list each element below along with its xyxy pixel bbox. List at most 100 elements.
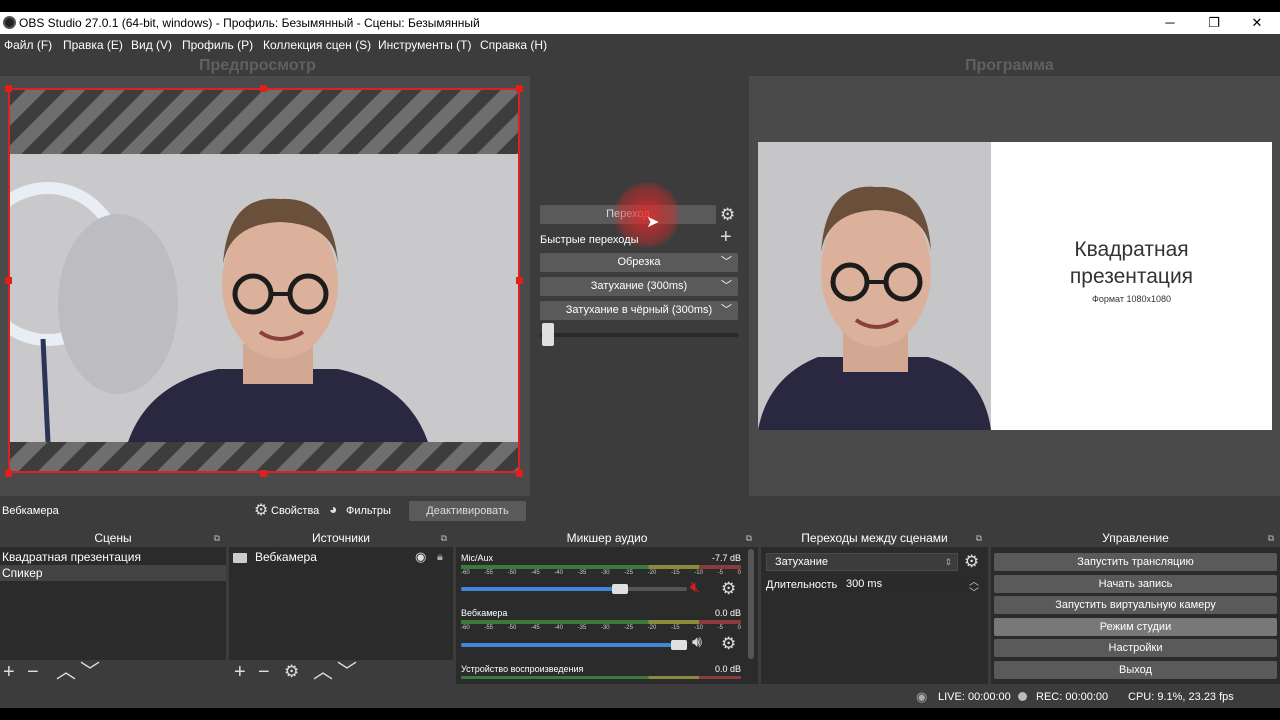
channel-settings-gear-icon[interactable]: ⚙ (721, 579, 736, 599)
meter-tick: -55 (484, 625, 493, 631)
selected-source-name: Вебкамера (2, 505, 59, 517)
undock-icon[interactable]: ⧉ (976, 529, 982, 547)
quick-transition-cut[interactable]: Обрезка ﹀ (540, 253, 738, 272)
menu-edit[interactable]: Правка (E) (63, 38, 123, 52)
source-selection-box[interactable] (8, 88, 520, 473)
t-bar-track[interactable] (540, 333, 738, 337)
move-up-chevron-icon[interactable]: ︿ (313, 661, 333, 683)
menu-help[interactable]: Справка (H) (480, 38, 547, 52)
lock-icon[interactable]: 🔒︎ (437, 549, 443, 565)
close-button[interactable]: ✕ (1247, 14, 1267, 32)
meter-tick: -35 (577, 570, 587, 576)
resize-handle[interactable] (5, 85, 12, 92)
start-recording-button[interactable]: Начать запись (994, 575, 1277, 593)
quick-transition-fade[interactable]: Затухание (300ms) ﹀ (540, 277, 738, 296)
meter-tick: -55 (484, 570, 493, 576)
studio-mode-button[interactable]: Режим студии (994, 618, 1277, 636)
menu-scene-collection[interactable]: Коллекция сцен (S) (263, 38, 371, 52)
resize-handle[interactable] (260, 470, 267, 477)
scene-item[interactable]: Квадратная презентация (0, 549, 226, 565)
properties-gear-icon[interactable]: ⚙ (254, 500, 268, 520)
transition-properties-gear-icon[interactable]: ⚙ (964, 552, 979, 572)
channel-db: -7.7 dB (712, 553, 742, 563)
resize-handle[interactable] (5, 277, 12, 284)
quick-transition-label: Обрезка (617, 256, 661, 268)
source-properties-gear-icon[interactable]: ⚙ (284, 661, 299, 683)
move-down-chevron-icon[interactable]: ﹀ (80, 661, 100, 683)
volume-fader[interactable] (461, 584, 687, 594)
remove-scene-minus-icon[interactable]: − (27, 661, 39, 683)
start-streaming-button[interactable]: Запустить трансляцию (994, 553, 1277, 571)
move-up-chevron-icon[interactable]: ︿ (56, 661, 76, 683)
add-source-plus-icon[interactable]: + (234, 661, 246, 683)
preview-title: Предпросмотр (199, 57, 316, 74)
duration-value: 300 ms (846, 578, 883, 590)
undock-icon[interactable]: ⧉ (1268, 529, 1274, 547)
scenes-dock: Сцены ⧉ Квадратная презентация Спикер + −… (0, 529, 226, 684)
add-quick-transition-plus-icon[interactable]: + (720, 227, 732, 247)
cpu-fps-status: CPU: 9.1%, 23.23 fps (1128, 691, 1234, 703)
resize-handle[interactable] (5, 470, 12, 477)
volume-fader-knob[interactable] (612, 584, 628, 594)
spin-down-chevron-icon[interactable]: ﹀ (969, 584, 979, 599)
resize-handle[interactable] (260, 85, 267, 92)
deactivate-button[interactable]: Деактивировать (409, 501, 526, 521)
channel-settings-gear-icon[interactable]: ⚙ (721, 634, 736, 654)
scene-transitions-title: Переходы между сценами (801, 531, 948, 545)
mixer-scrollbar[interactable] (748, 549, 754, 659)
menu-file[interactable]: Файл (F) (4, 38, 52, 52)
volume-fader-knob[interactable] (671, 640, 687, 650)
transition-select[interactable]: Затухание ⇕ (766, 553, 958, 571)
mixer-header: Микшер аудио ⧉ (456, 529, 758, 547)
program-title: Программа (965, 57, 1054, 74)
add-scene-plus-icon[interactable]: + (3, 661, 15, 683)
program-person-image (758, 142, 991, 430)
meter-tick: -60 (461, 570, 470, 576)
restore-button[interactable]: ❐ (1204, 14, 1224, 32)
quick-transition-fade-black[interactable]: Затухание в чёрный (300ms) ﹀ (540, 301, 738, 320)
volume-fader[interactable] (461, 640, 687, 650)
live-broadcast-icon: ◉ (916, 689, 928, 704)
start-virtual-camera-button[interactable]: Запустить виртуальную камеру (994, 596, 1277, 614)
minimize-button[interactable]: ─ (1160, 14, 1180, 32)
controls-header: Управление ⧉ (991, 529, 1280, 547)
t-bar-handle[interactable] (542, 323, 554, 346)
source-item[interactable]: Вебкамера ◉ 🔒︎ (229, 549, 453, 565)
mouse-cursor-icon: ➤ (646, 214, 660, 231)
sources-dock: Источники ⧉ Вебкамера ◉ 🔒︎ + − ⚙ ︿ ﹀ (229, 529, 453, 684)
menu-profile[interactable]: Профиль (P) (182, 38, 253, 52)
speaker-icon[interactable]: 🔊︎ (692, 634, 702, 652)
transition-select-value: Затухание (775, 556, 829, 568)
filters-icon[interactable]: ◕ (329, 501, 337, 517)
duration-input[interactable]: 300 ms (838, 575, 968, 594)
transition-settings-gear-icon[interactable]: ⚙ (720, 206, 735, 223)
menu-view[interactable]: Вид (V) (131, 38, 172, 52)
resize-handle[interactable] (516, 277, 523, 284)
undock-icon[interactable]: ⧉ (214, 529, 220, 547)
meter-tick: -20 (647, 570, 657, 576)
menu-tools[interactable]: Инструменты (T) (378, 38, 471, 52)
audio-level-meter (461, 565, 741, 569)
exit-button[interactable]: Выход (994, 661, 1277, 679)
chevron-down-icon: ﹀ (721, 256, 732, 268)
filters-button[interactable]: Фильтры (346, 505, 391, 517)
move-down-chevron-icon[interactable]: ﹀ (337, 661, 357, 683)
muted-speaker-icon[interactable]: 🔇︎ (690, 579, 700, 597)
status-bar: ◉ LIVE: 00:00:00 REC: 00:00:00 CPU: 9.1%… (0, 686, 1280, 708)
settings-button[interactable]: Настройки (994, 639, 1277, 657)
properties-button[interactable]: Свойства (271, 505, 319, 517)
scene-item-selected[interactable]: Спикер (0, 565, 226, 581)
remove-source-minus-icon[interactable]: − (258, 661, 270, 683)
meter-tick: -40 (554, 625, 563, 631)
meter-tick: -25 (624, 625, 633, 631)
camera-icon (233, 552, 247, 563)
resize-handle[interactable] (516, 470, 523, 477)
visibility-eye-icon[interactable]: ◉ (415, 549, 426, 565)
undock-icon[interactable]: ⧉ (746, 529, 752, 547)
resize-handle[interactable] (516, 85, 523, 92)
meter-tick: -50 (507, 625, 517, 631)
undock-icon[interactable]: ⧉ (441, 529, 447, 547)
preview-canvas[interactable] (0, 76, 530, 496)
obs-window: OBS Studio 27.0.1 (64-bit, windows) - Пр… (0, 12, 1280, 708)
rec-dot-icon (1018, 692, 1027, 701)
